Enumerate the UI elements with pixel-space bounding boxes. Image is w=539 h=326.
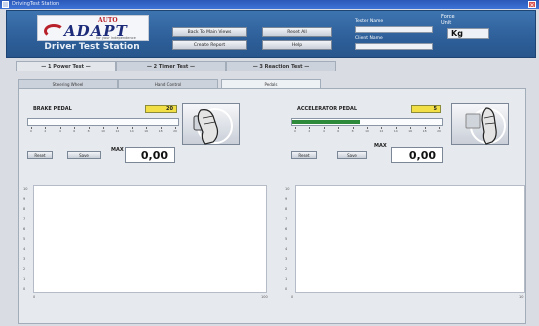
accelerator-chart-x-start: 0 bbox=[291, 295, 294, 299]
logo-swoosh-icon bbox=[44, 24, 64, 38]
brake-foot-icon bbox=[193, 108, 233, 145]
slider-tick-label: 6 bbox=[73, 129, 76, 133]
slider-tick-label: 10 bbox=[365, 129, 369, 133]
sub-tabs: Steering Wheel Hand Control Pedals bbox=[18, 79, 526, 89]
slider-tick-label: 0 bbox=[30, 129, 32, 133]
slider-tick-label: 12 bbox=[379, 129, 384, 133]
chart-y-tick-label: 4 bbox=[285, 247, 288, 251]
brake-slider[interactable] bbox=[27, 118, 179, 126]
brake-pedal-button[interactable] bbox=[182, 103, 240, 145]
brake-save-button[interactable]: Save bbox=[67, 151, 101, 159]
slider-tick-label: 16 bbox=[144, 129, 149, 133]
chart-y-tick-label: 0 bbox=[23, 287, 26, 291]
slider-tick-label: 2 bbox=[44, 129, 47, 133]
slider-tick-label: 8 bbox=[87, 129, 90, 133]
chart-y-tick-label: 2 bbox=[285, 267, 288, 271]
accelerator-slider[interactable] bbox=[291, 118, 443, 126]
slider-tick-label: 16 bbox=[408, 129, 413, 133]
slider-tick-label: 20 bbox=[173, 129, 177, 133]
chart-y-tick-label: 5 bbox=[23, 237, 26, 241]
chart-y-tick-label: 10 bbox=[23, 187, 28, 191]
chart-y-tick-label: 7 bbox=[285, 217, 288, 221]
station-title: Driver Test Station bbox=[44, 42, 140, 52]
window-title: DrivingTest Station bbox=[12, 1, 60, 7]
slider-tick-label: 12 bbox=[115, 129, 120, 133]
pedals-panel: BRAKE PEDAL 20 0 2 4 6 8 10 12 14 16 18 20 Reset S… bbox=[18, 88, 526, 324]
accelerator-reset-button[interactable]: Reset bbox=[291, 151, 317, 159]
main-tabs: — 1 Power Test — — 2 Timer Test — — 3 Re… bbox=[6, 61, 536, 71]
chart-y-tick-label: 10 bbox=[285, 187, 290, 191]
reset-all-button[interactable]: Reset All bbox=[262, 27, 332, 37]
slider-tick-label: 14 bbox=[129, 129, 134, 133]
slider-tick-label: 18 bbox=[422, 129, 427, 133]
slider-tick-label: 10 bbox=[101, 129, 105, 133]
chart-y-tick-label: 2 bbox=[23, 267, 26, 271]
brake-max-value: 0,00 bbox=[125, 147, 175, 163]
accelerator-max-label: MAX bbox=[374, 143, 387, 149]
slider-tick-label: 6 bbox=[337, 129, 340, 133]
chart-y-tick-label: 6 bbox=[23, 227, 26, 231]
chart-y-tick-label: 8 bbox=[285, 207, 288, 211]
slider-tick-label: 4 bbox=[58, 129, 61, 133]
slider-tick-label: 18 bbox=[158, 129, 163, 133]
chart-y-tick-label: 3 bbox=[23, 257, 26, 261]
logo-tagline: for your independence bbox=[96, 36, 136, 40]
accelerator-pedal-title: ACCELERATOR PEDAL bbox=[297, 106, 358, 112]
window-titlebar: DrivingTest Station ✕ bbox=[0, 0, 539, 9]
accelerator-foot-icon bbox=[465, 107, 506, 145]
tester-name-label: Tester Name bbox=[355, 19, 384, 24]
chart-y-tick-label: 6 bbox=[285, 227, 288, 231]
slider-tick-label: 4 bbox=[322, 129, 325, 133]
accelerator-force-chart bbox=[295, 185, 525, 293]
header-bar: AUTO ADAPT for your independence Driver … bbox=[6, 10, 536, 58]
tab-steering-wheel[interactable]: Steering Wheel bbox=[18, 79, 118, 88]
slider-tick-label: 0 bbox=[294, 129, 296, 133]
chart-y-tick-label: 0 bbox=[285, 287, 288, 291]
chart-y-tick-label: 8 bbox=[23, 207, 26, 211]
accelerator-max-value: 0,00 bbox=[391, 147, 443, 163]
chart-y-tick-label: 7 bbox=[23, 217, 26, 221]
chart-y-tick-label: 1 bbox=[285, 277, 288, 281]
brake-value: 20 bbox=[145, 105, 177, 113]
client-name-label: Client Name bbox=[355, 36, 383, 41]
help-button[interactable]: Help bbox=[262, 40, 332, 50]
back-to-main-button[interactable]: Back To Main Views bbox=[172, 27, 247, 37]
slider-tick-label: 2 bbox=[308, 129, 311, 133]
accelerator-slider-ticks: 0 2 4 6 8 10 12 14 16 18 20 bbox=[294, 127, 441, 133]
brake-force-chart bbox=[33, 185, 267, 293]
create-report-button[interactable]: Create Report bbox=[172, 40, 247, 50]
accelerator-value: 5 bbox=[411, 105, 441, 113]
accelerator-save-button[interactable]: Save bbox=[337, 151, 367, 159]
chart-y-tick-label: 5 bbox=[285, 237, 288, 241]
chart-y-tick-label: 9 bbox=[285, 197, 288, 201]
chart-y-tick-label: 4 bbox=[23, 247, 26, 251]
brake-chart-x-end: 100 bbox=[261, 295, 268, 299]
brake-max-label: MAX bbox=[111, 147, 124, 153]
unit-field[interactable]: Kg bbox=[447, 28, 489, 39]
slider-tick-label: 20 bbox=[437, 129, 441, 133]
client-name-field[interactable] bbox=[355, 43, 433, 50]
brake-reset-button[interactable]: Reset bbox=[27, 151, 53, 159]
brake-pedal-title: BRAKE PEDAL bbox=[33, 106, 72, 112]
accelerator-pedal-button[interactable] bbox=[451, 103, 509, 145]
tab-hand-control[interactable]: Hand Control bbox=[118, 79, 218, 88]
chart-y-tick-label: 3 bbox=[285, 257, 288, 261]
autoadapt-logo: AUTO ADAPT for your independence bbox=[37, 15, 149, 41]
accelerator-chart-x-end: 10 bbox=[519, 295, 524, 299]
unit-label: Unit bbox=[441, 20, 452, 26]
app-icon bbox=[2, 1, 9, 8]
accelerator-slider-fill bbox=[292, 120, 360, 124]
chart-y-tick-label: 1 bbox=[23, 277, 26, 281]
brake-chart-x-start: 0 bbox=[33, 295, 36, 299]
brake-slider-ticks: 0 2 4 6 8 10 12 14 16 18 20 bbox=[30, 127, 177, 133]
slider-tick-label: 14 bbox=[393, 129, 398, 133]
tester-name-field[interactable] bbox=[355, 26, 433, 33]
tab-timer-test[interactable]: — 2 Timer Test — bbox=[116, 61, 226, 71]
tab-power-test[interactable]: — 1 Power Test — bbox=[16, 61, 116, 71]
chart-y-tick-label: 9 bbox=[23, 197, 26, 201]
slider-tick-label: 8 bbox=[351, 129, 354, 133]
close-icon[interactable]: ✕ bbox=[528, 1, 536, 9]
tab-reaction-test[interactable]: — 3 Reaction Test — bbox=[226, 61, 336, 71]
